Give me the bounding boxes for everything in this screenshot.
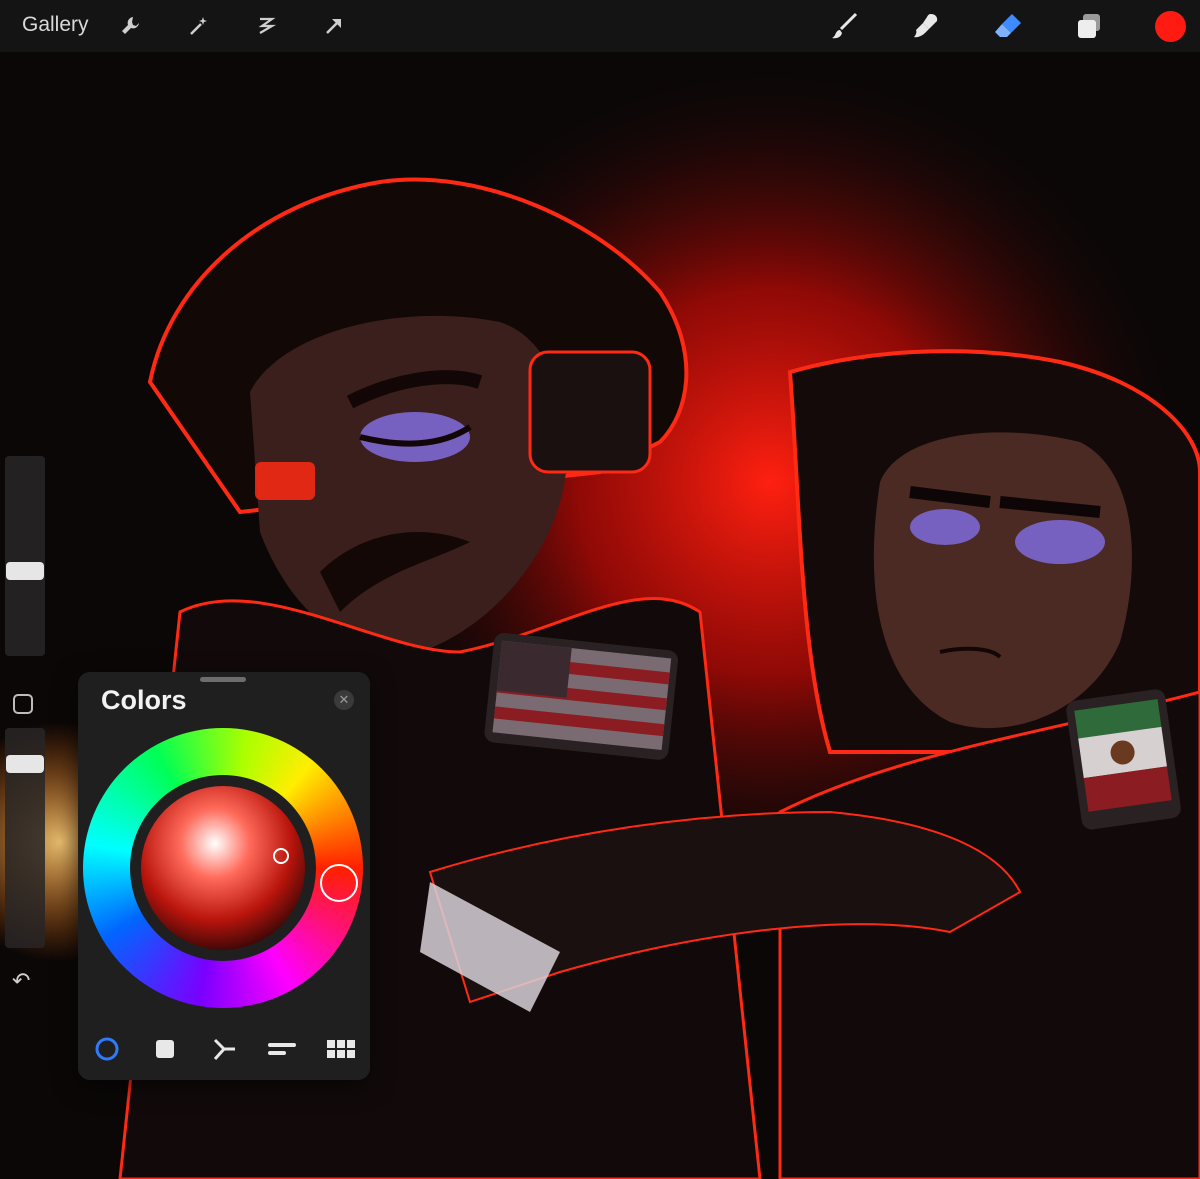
brush-icon[interactable] [828,10,860,42]
brush-size-thumb[interactable] [6,562,44,580]
colors-title: Colors [101,685,187,715]
opacity-thumb[interactable] [6,755,44,773]
undo-arrow-icon[interactable]: ↶ [12,968,30,994]
saturation-disc[interactable] [141,786,305,950]
top-toolbar: Gallery [0,0,1200,52]
color-mode-tabs [78,1034,370,1064]
harmony-icon[interactable] [209,1034,239,1064]
layers-icon[interactable] [1073,10,1105,42]
sliders-icon[interactable] [267,1034,297,1064]
hue-marker[interactable] [320,864,358,902]
panel-grabber[interactable] [200,677,246,682]
wrench-icon[interactable] [115,10,147,42]
brush-size-slider[interactable] [5,456,45,656]
saturation-marker[interactable] [273,848,289,864]
grid-icon[interactable] [326,1034,356,1064]
magic-wand-icon[interactable] [183,10,215,42]
close-icon[interactable]: ✕ [334,690,354,710]
eraser-icon[interactable] [992,10,1024,42]
hue-ring[interactable] [83,728,363,1008]
transform-arrow-icon[interactable] [318,10,350,42]
smudge-icon[interactable] [910,10,942,42]
circle-outline-icon[interactable] [92,1034,122,1064]
current-color-button[interactable] [1155,11,1186,42]
selection-icon[interactable] [250,10,282,42]
square-icon[interactable] [150,1034,180,1064]
square-outline-icon[interactable] [13,694,33,714]
colors-panel: Colors ✕ [78,672,370,1080]
gallery-button[interactable]: Gallery [22,13,89,37]
wheel-inner-gap [130,775,316,961]
